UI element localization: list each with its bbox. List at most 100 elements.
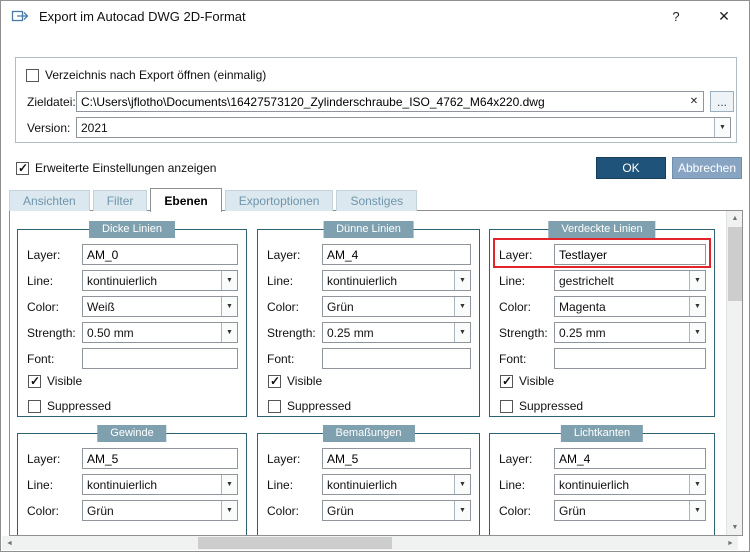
vertical-scrollbar-thumb[interactable] bbox=[728, 227, 742, 301]
suppressed-checkbox[interactable] bbox=[268, 399, 281, 413]
chevron-down-icon[interactable]: ▼ bbox=[221, 501, 237, 520]
tab-ebenen[interactable]: Ebenen bbox=[150, 188, 222, 212]
horizontal-scrollbar[interactable]: ◄ ► bbox=[2, 536, 738, 550]
chevron-down-icon[interactable]: ▼ bbox=[221, 271, 237, 290]
close-button[interactable]: ✕ bbox=[711, 8, 737, 25]
group-title: Verdeckte Linien bbox=[548, 221, 656, 238]
strength-select[interactable]: 0.50 mm ▼ bbox=[82, 322, 238, 343]
layer-input[interactable] bbox=[554, 448, 706, 469]
open-folder-checkbox[interactable] bbox=[26, 68, 39, 82]
group-title: Dicke Linien bbox=[89, 221, 175, 238]
chevron-down-icon[interactable]: ▼ bbox=[454, 323, 470, 342]
chevron-down-icon[interactable]: ▼ bbox=[689, 323, 705, 342]
layer-input[interactable] bbox=[82, 244, 238, 265]
color-select[interactable]: Magenta ▼ bbox=[554, 296, 706, 317]
visible-checkbox[interactable] bbox=[500, 374, 513, 388]
line-select[interactable]: kontinuierlich ▼ bbox=[554, 474, 706, 495]
color-value: Grün bbox=[87, 503, 114, 518]
color-select[interactable]: Grün ▼ bbox=[322, 500, 471, 521]
layer-input[interactable] bbox=[322, 448, 471, 469]
chevron-down-icon[interactable]: ▼ bbox=[454, 501, 470, 520]
line-label: Line: bbox=[27, 273, 54, 288]
font-input[interactable] bbox=[554, 348, 706, 369]
visible-row: Visible bbox=[500, 374, 554, 388]
line-field: Line: gestrichelt ▼ bbox=[499, 270, 706, 291]
layer-input[interactable] bbox=[322, 244, 471, 265]
chevron-down-icon[interactable]: ▼ bbox=[689, 475, 705, 494]
tab-ansichten[interactable]: Ansichten bbox=[9, 190, 90, 211]
color-field: Color: Magenta ▼ bbox=[499, 296, 706, 317]
visible-label: Visible bbox=[519, 374, 555, 388]
color-select[interactable]: Grün ▼ bbox=[554, 500, 706, 521]
strength-field: Strength: 0.50 mm ▼ bbox=[27, 322, 238, 343]
chevron-down-icon[interactable]: ▼ bbox=[454, 297, 470, 316]
strength-select[interactable]: 0.25 mm ▼ bbox=[322, 322, 471, 343]
suppressed-checkbox[interactable] bbox=[500, 399, 513, 413]
clear-file-icon[interactable]: ✕ bbox=[685, 96, 703, 107]
font-input[interactable] bbox=[322, 348, 471, 369]
open-folder-label: Verzeichnis nach Export öffnen (einmalig… bbox=[45, 68, 267, 82]
target-file-field: ✕ bbox=[76, 91, 704, 112]
line-select[interactable]: kontinuierlich ▼ bbox=[322, 474, 471, 495]
layer-field: Layer: bbox=[267, 244, 471, 265]
line-field: Line: kontinuierlich ▼ bbox=[499, 474, 706, 495]
layer-input[interactable] bbox=[554, 244, 706, 265]
layer-field: Layer: bbox=[27, 448, 238, 469]
export-settings-box: Verzeichnis nach Export öffnen (einmalig… bbox=[15, 57, 737, 143]
chevron-down-icon[interactable]: ▼ bbox=[714, 118, 730, 137]
line-value: kontinuierlich bbox=[559, 477, 630, 492]
tab-sonstiges[interactable]: Sonstiges bbox=[336, 190, 418, 211]
color-select[interactable]: Grün ▼ bbox=[322, 296, 471, 317]
color-field: Color: Grün ▼ bbox=[27, 500, 238, 521]
advanced-settings-checkbox[interactable] bbox=[16, 161, 29, 175]
group-dicke-linien: Dicke Linien Layer: Line: kontinuierlich… bbox=[17, 221, 247, 417]
vertical-scrollbar[interactable]: ▲ ▼ bbox=[726, 211, 742, 535]
chevron-down-icon[interactable]: ▼ bbox=[454, 271, 470, 290]
scroll-right-icon[interactable]: ► bbox=[723, 536, 738, 550]
visible-checkbox[interactable] bbox=[268, 374, 281, 388]
line-select[interactable]: kontinuierlich ▼ bbox=[322, 270, 471, 291]
chevron-down-icon[interactable]: ▼ bbox=[454, 475, 470, 494]
browse-button[interactable]: ... bbox=[710, 91, 734, 112]
chevron-down-icon[interactable]: ▼ bbox=[221, 323, 237, 342]
layer-input[interactable] bbox=[82, 448, 238, 469]
scroll-down-icon[interactable]: ▼ bbox=[727, 520, 742, 535]
line-value: kontinuierlich bbox=[327, 273, 398, 288]
font-input[interactable] bbox=[82, 348, 238, 369]
tab-exportoptionen[interactable]: Exportoptionen bbox=[224, 190, 334, 211]
version-value: 2021 bbox=[81, 120, 108, 135]
color-value: Grün bbox=[559, 503, 586, 518]
line-select[interactable]: kontinuierlich ▼ bbox=[82, 474, 238, 495]
line-value: kontinuierlich bbox=[327, 477, 398, 492]
group-title: Gewinde bbox=[97, 425, 167, 442]
strength-value: 0.25 mm bbox=[327, 325, 374, 340]
version-label: Version: bbox=[27, 121, 71, 135]
line-select[interactable]: gestrichelt ▼ bbox=[554, 270, 706, 291]
tab-filter[interactable]: Filter bbox=[92, 190, 148, 211]
chevron-down-icon[interactable]: ▼ bbox=[221, 297, 237, 316]
titlebar: Export im Autocad DWG 2D-Format ? ✕ bbox=[1, 1, 749, 31]
strength-select[interactable]: 0.25 mm ▼ bbox=[554, 322, 706, 343]
visible-checkbox[interactable] bbox=[28, 374, 41, 388]
help-button[interactable]: ? bbox=[663, 9, 689, 24]
horizontal-scrollbar-thumb[interactable] bbox=[198, 537, 392, 549]
color-select[interactable]: Grün ▼ bbox=[82, 500, 238, 521]
color-select[interactable]: Weiß ▼ bbox=[82, 296, 238, 317]
suppressed-checkbox[interactable] bbox=[28, 399, 41, 413]
scroll-up-icon[interactable]: ▲ bbox=[727, 211, 742, 226]
font-label: Font: bbox=[499, 351, 527, 366]
cancel-button[interactable]: Abbrechen bbox=[672, 157, 742, 179]
strength-label: Strength: bbox=[499, 325, 548, 340]
ok-button[interactable]: OK bbox=[596, 157, 666, 179]
layer-label: Layer: bbox=[27, 247, 61, 262]
group-title: Lichtkanten bbox=[560, 425, 644, 442]
target-file-input[interactable] bbox=[77, 93, 685, 110]
chevron-down-icon[interactable]: ▼ bbox=[689, 297, 705, 316]
chevron-down-icon[interactable]: ▼ bbox=[689, 271, 705, 290]
version-select[interactable]: 2021 ▼ bbox=[76, 117, 731, 138]
chevron-down-icon[interactable]: ▼ bbox=[221, 475, 237, 494]
chevron-down-icon[interactable]: ▼ bbox=[689, 501, 705, 520]
line-select[interactable]: kontinuierlich ▼ bbox=[82, 270, 238, 291]
scroll-left-icon[interactable]: ◄ bbox=[2, 536, 17, 550]
group-bemassungen: Bemaßungen Layer: Line: kontinuierlich ▼… bbox=[257, 425, 480, 535]
